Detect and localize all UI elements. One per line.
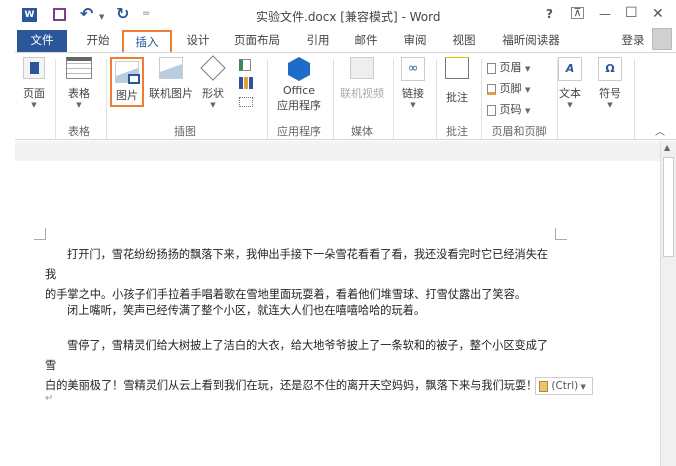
text-button[interactable]: A 文本 ▼: [555, 57, 585, 109]
office-apps-icon: [288, 57, 310, 81]
tab-foxit-reader[interactable]: 福昕阅读器: [498, 30, 564, 52]
group-label-comments: 批注: [446, 125, 468, 138]
ribbon-tabs: 文件 开始 插入 设计 页面布局 引用 邮件 审阅 视图 福昕阅读器 登录: [0, 28, 676, 53]
tab-design[interactable]: 设计: [180, 30, 216, 52]
group-label-apps: 应用程序: [277, 125, 321, 138]
paragraph: 打开门，雪花纷纷扬扬的飘落下来，我伸出手接下一朵雪花看看了看，我还没看完时它已经…: [45, 248, 549, 301]
header-button[interactable]: 页眉 ▼: [487, 59, 530, 75]
window-title: 实验文件.docx [兼容模式] - Word: [256, 10, 441, 24]
online-picture-icon: [159, 57, 183, 79]
document-page[interactable]: 打开门，雪花纷纷扬扬的飘落下来，我伸出手接下一朵雪花看看了看，我还没看完时它已经…: [15, 161, 660, 466]
group-label-illustrations: 插图: [174, 125, 196, 138]
tab-review[interactable]: 审阅: [397, 30, 433, 52]
title-bar: W ↶ ▼ ↻ = 实验文件.docx [兼容模式] - Word ? ⊼ — …: [0, 0, 676, 30]
customize-qat-button[interactable]: =: [142, 8, 150, 19]
margin-mark: [555, 228, 567, 240]
ribbon-display-options-button[interactable]: ⊼: [571, 7, 584, 19]
picture-icon: [115, 61, 140, 84]
paste-options-button[interactable]: (Ctrl) ▼: [535, 377, 593, 395]
shapes-icon: [200, 55, 226, 81]
tab-view[interactable]: 视图: [446, 30, 482, 52]
page-number-icon: [487, 104, 496, 116]
symbol-button[interactable]: Ω 符号 ▼: [595, 57, 625, 109]
header-icon: [487, 62, 496, 74]
office-apps-button[interactable]: Office 应用程序: [271, 57, 327, 113]
shapes-button[interactable]: 形状 ▼: [198, 55, 228, 109]
table-button[interactable]: 表格 ▼: [61, 57, 97, 109]
tab-references[interactable]: 引用: [300, 30, 336, 52]
help-button[interactable]: ?: [546, 7, 553, 21]
omega-icon: Ω: [598, 57, 622, 81]
page-icon: [23, 57, 45, 79]
group-label-media: 媒体: [351, 125, 373, 138]
maximize-button[interactable]: ☐: [625, 5, 638, 21]
text-box-icon: A: [558, 57, 582, 81]
footer-icon: [487, 83, 496, 95]
tab-page-layout[interactable]: 页面布局: [228, 30, 286, 52]
paragraph: 闭上嘴听，笑声已经传满了整个小区，就连大人们也在嘻嘻哈哈的玩着。: [67, 304, 426, 317]
link-button[interactable]: ∞ 链接 ▼: [397, 57, 429, 109]
comment-button[interactable]: 批注: [440, 57, 474, 105]
footer-button[interactable]: 页脚 ▼: [487, 80, 530, 96]
picture-button[interactable]: 图片: [110, 57, 144, 107]
group-label-table: 表格: [68, 125, 90, 138]
margin-mark: [34, 228, 46, 240]
tab-insert[interactable]: 插入: [122, 30, 172, 53]
link-icon: ∞: [401, 57, 425, 81]
paragraph-mark: ↵: [45, 393, 54, 404]
scrollbar-thumb[interactable]: [663, 157, 674, 257]
close-button[interactable]: ✕: [652, 6, 664, 22]
paragraph: 雪停了，雪精灵们给大树披上了洁白的大衣，给大地爷爷披上了一条软和的被子，整个小区…: [45, 339, 549, 392]
undo-button[interactable]: ↶: [80, 4, 93, 23]
save-icon[interactable]: [53, 8, 66, 21]
chart-icon[interactable]: [239, 77, 253, 89]
collapse-ribbon-icon[interactable]: ︿: [655, 123, 665, 138]
user-avatar[interactable]: [652, 28, 672, 50]
undo-dropdown-icon[interactable]: ▼: [99, 13, 104, 21]
table-icon: [66, 57, 92, 79]
word-logo-icon: W: [22, 8, 37, 22]
ribbon-insert: 页面 ▼ 表格 ▼ 表格 图片 联机图片 形状 ▼ 插图 Office 应用程序 应用…: [15, 52, 676, 140]
sign-in-link[interactable]: 登录: [618, 30, 648, 52]
smartart-icon[interactable]: [239, 59, 251, 71]
tab-home[interactable]: 开始: [80, 30, 116, 52]
scroll-up-icon[interactable]: ▲: [664, 143, 670, 152]
pages-button[interactable]: 页面 ▼: [19, 57, 49, 109]
tab-file[interactable]: 文件: [17, 30, 67, 52]
video-icon: [350, 57, 374, 79]
tab-mailings[interactable]: 邮件: [348, 30, 384, 52]
group-label-header-footer: 页眉和页脚: [491, 125, 547, 138]
page-number-button[interactable]: 页码 ▼: [487, 101, 530, 117]
redo-button[interactable]: ↻: [116, 4, 129, 23]
screenshot-icon[interactable]: [239, 97, 253, 107]
online-pictures-button[interactable]: 联机图片: [148, 57, 194, 101]
minimize-button[interactable]: —: [599, 7, 611, 21]
ruler-area: [15, 141, 660, 161]
comment-icon: [445, 57, 469, 79]
vertical-scrollbar[interactable]: ▲: [660, 141, 676, 466]
clipboard-icon: [539, 380, 548, 392]
online-video-button: 联机视频: [337, 57, 387, 101]
